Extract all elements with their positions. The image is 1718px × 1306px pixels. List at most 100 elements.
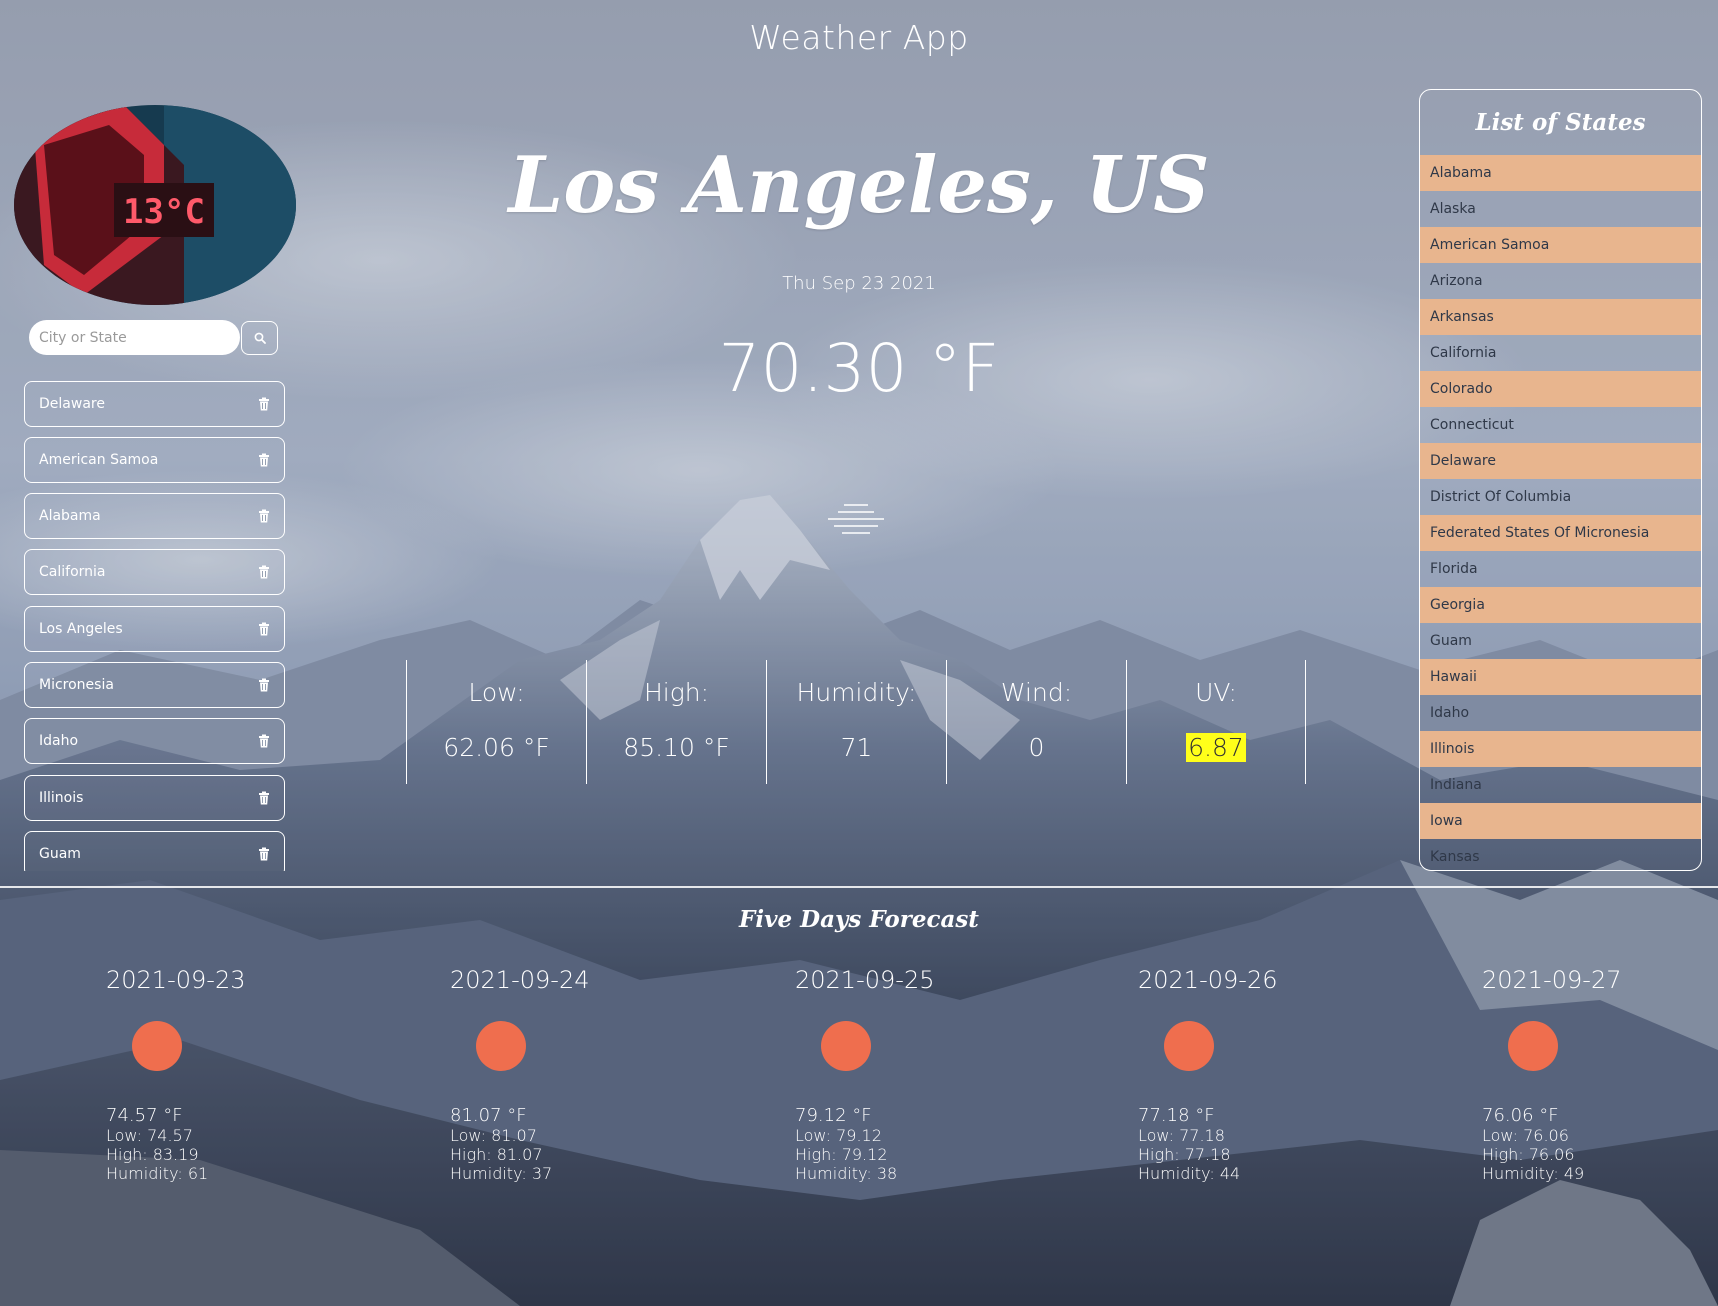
history-item-label: Illinois xyxy=(39,790,84,806)
stat-uv: UV: 6.87 xyxy=(1126,660,1306,784)
state-item[interactable]: Colorado xyxy=(1420,371,1701,407)
stat-value-wrap: 6.87 xyxy=(1186,733,1246,762)
forecast-humidity: Humidity: 38 xyxy=(795,1164,898,1183)
stat-label: Wind: xyxy=(1000,678,1073,707)
state-item[interactable]: Guam xyxy=(1420,623,1701,659)
history-item[interactable]: Delaware xyxy=(24,381,285,427)
states-panel-title: List of States xyxy=(1475,109,1646,136)
current-temperature: 70.30 °F xyxy=(718,330,1000,407)
forecast-humidity: Humidity: 61 xyxy=(106,1164,209,1183)
forecast-high: High: 81.07 xyxy=(450,1145,543,1164)
forecast-humidity: Humidity: 44 xyxy=(1138,1164,1241,1183)
history-item[interactable]: American Samoa xyxy=(24,437,285,483)
forecast-date: 2021-09-27 xyxy=(1482,966,1622,994)
forecast-humidity: Humidity: 49 xyxy=(1482,1164,1585,1183)
sun-icon xyxy=(132,1021,182,1071)
app-logo: 13°C xyxy=(14,105,296,305)
forecast-date: 2021-09-24 xyxy=(450,966,590,994)
stat-value: 85.10 °F xyxy=(623,733,730,762)
state-item[interactable]: American Samoa xyxy=(1420,227,1701,263)
forecast-low: Low: 79.12 xyxy=(795,1126,882,1145)
state-item[interactable]: Arizona xyxy=(1420,263,1701,299)
history-item[interactable]: California xyxy=(24,549,285,595)
state-item[interactable]: Iowa xyxy=(1420,803,1701,839)
trash-icon[interactable] xyxy=(258,791,270,805)
forecast-day: 2021-09-24 81.07 °F Low: 81.07 High: 81.… xyxy=(450,966,680,1183)
trash-icon[interactable] xyxy=(258,565,270,579)
stat-value: 0 xyxy=(1028,733,1045,762)
forecast-day: 2021-09-23 74.57 °F Low: 74.57 High: 83.… xyxy=(106,966,336,1183)
stat-label: High: xyxy=(643,678,709,707)
forecast-low: Low: 74.57 xyxy=(106,1126,193,1145)
stat-label: Humidity: xyxy=(796,678,917,707)
state-item[interactable]: Connecticut xyxy=(1420,407,1701,443)
forecast-high: High: 76.06 xyxy=(1482,1145,1575,1164)
forecast-low: Low: 81.07 xyxy=(450,1126,537,1145)
forecast-temp: 77.18 °F xyxy=(1138,1105,1215,1126)
state-item[interactable]: Arkansas xyxy=(1420,299,1701,335)
sun-icon xyxy=(821,1021,871,1071)
forecast-high: High: 79.12 xyxy=(795,1145,888,1164)
forecast-date: 2021-09-26 xyxy=(1138,966,1278,994)
section-divider xyxy=(0,886,1718,888)
state-item[interactable]: Kansas xyxy=(1420,839,1701,870)
history-item-label: Idaho xyxy=(39,733,79,749)
trash-icon[interactable] xyxy=(258,678,270,692)
state-item[interactable]: Indiana xyxy=(1420,767,1701,803)
state-item[interactable]: Federated States Of Micronesia xyxy=(1420,515,1701,551)
stat-value: 62.06 °F xyxy=(443,733,550,762)
history-item[interactable]: Alabama xyxy=(24,493,285,539)
state-item[interactable]: Florida xyxy=(1420,551,1701,587)
trash-icon[interactable] xyxy=(258,397,270,411)
stat-humidity: Humidity: 71 xyxy=(766,660,946,784)
stat-high: High: 85.10 °F xyxy=(586,660,766,784)
trash-icon[interactable] xyxy=(258,453,270,467)
sun-icon xyxy=(1164,1021,1214,1071)
history-item-label: California xyxy=(39,564,106,580)
forecast-date: 2021-09-25 xyxy=(795,966,935,994)
current-stats: Low: 62.06 °F High: 85.10 °F Humidity: 7… xyxy=(406,660,1307,784)
uv-index-badge: 6.87 xyxy=(1186,733,1246,762)
search-icon xyxy=(254,332,266,344)
history-item[interactable]: Micronesia xyxy=(24,662,285,708)
state-item[interactable]: Idaho xyxy=(1420,695,1701,731)
app-title: Weather App xyxy=(749,18,969,57)
trash-icon[interactable] xyxy=(258,734,270,748)
forecast-low: Low: 76.06 xyxy=(1482,1126,1569,1145)
search-input[interactable] xyxy=(29,320,240,355)
history-item[interactable]: Guam xyxy=(24,831,285,871)
search-button[interactable] xyxy=(241,321,278,355)
state-item[interactable]: Illinois xyxy=(1420,731,1701,767)
forecast-temp: 76.06 °F xyxy=(1482,1105,1559,1126)
history-item-label: American Samoa xyxy=(39,452,159,468)
state-item[interactable]: Alabama xyxy=(1420,155,1701,191)
sun-icon xyxy=(1508,1021,1558,1071)
forecast-temp: 79.12 °F xyxy=(795,1105,872,1126)
forecast-day: 2021-09-27 76.06 °F Low: 76.06 High: 76.… xyxy=(1482,966,1712,1183)
trash-icon[interactable] xyxy=(258,622,270,636)
state-item[interactable]: Georgia xyxy=(1420,587,1701,623)
history-item[interactable]: Illinois xyxy=(24,775,285,821)
history-item[interactable]: Idaho xyxy=(24,718,285,764)
trash-icon[interactable] xyxy=(258,509,270,523)
state-item[interactable]: Alaska xyxy=(1420,191,1701,227)
states-panel: List of States Alabama Alaska American S… xyxy=(1419,89,1702,871)
trash-icon[interactable] xyxy=(258,847,270,861)
forecast-high: High: 83.19 xyxy=(106,1145,199,1164)
history-item-label: Alabama xyxy=(39,508,101,524)
history-item-label: Micronesia xyxy=(39,677,114,693)
state-item[interactable]: Delaware xyxy=(1420,443,1701,479)
sun-icon xyxy=(476,1021,526,1071)
history-item[interactable]: Los Angeles xyxy=(24,606,285,652)
thermometer-sign-image: 13°C xyxy=(14,105,296,305)
history-item-label: Los Angeles xyxy=(39,621,123,637)
haze-icon xyxy=(828,504,884,534)
stat-wind: Wind: 0 xyxy=(946,660,1126,784)
state-item[interactable]: Hawaii xyxy=(1420,659,1701,695)
history-item-label: Guam xyxy=(39,846,81,862)
state-item[interactable]: California xyxy=(1420,335,1701,371)
forecast-day: 2021-09-26 77.18 °F Low: 77.18 High: 77.… xyxy=(1138,966,1368,1183)
forecast-day: 2021-09-25 79.12 °F Low: 79.12 High: 79.… xyxy=(795,966,1025,1183)
state-item[interactable]: District Of Columbia xyxy=(1420,479,1701,515)
current-date: Thu Sep 23 2021 xyxy=(782,273,936,294)
